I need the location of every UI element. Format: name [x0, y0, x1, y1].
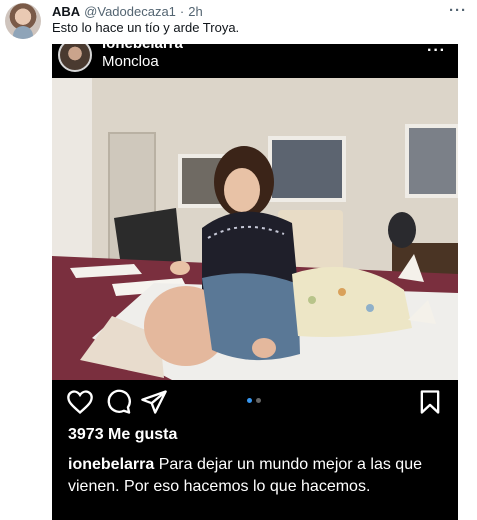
carousel-dots — [247, 398, 261, 403]
separator: · — [179, 3, 185, 19]
instagram-screenshot[interactable]: ionebelarra Moncloa ··· — [52, 44, 458, 520]
tweet: ABA @Vadodecaza1 · 2h ··· Esto lo hace u… — [0, 0, 477, 520]
instagram-avatar — [58, 44, 92, 72]
heart-icon[interactable] — [66, 388, 94, 416]
more-options-icon[interactable]: ··· — [449, 2, 467, 19]
instagram-header: ionebelarra Moncloa ··· — [52, 44, 458, 78]
timestamp[interactable]: 2h — [188, 4, 202, 19]
likes-count: 3973 Me gusta — [68, 426, 178, 443]
carousel-dot-active — [247, 398, 252, 403]
caption-username: ionebelarra — [68, 456, 155, 473]
tweet-text: Esto lo hace un tío y arde Troya. — [52, 20, 240, 35]
post-photo — [52, 78, 458, 380]
instagram-username: ionebelarra — [102, 44, 183, 52]
avatar[interactable] — [5, 3, 41, 39]
author-handle[interactable]: @Vadodecaza1 — [84, 4, 176, 19]
instagram-more-icon: ··· — [427, 44, 446, 59]
author-name[interactable]: ABA — [52, 4, 80, 19]
tweet-header: ABA @Vadodecaza1 · 2h — [52, 2, 203, 20]
comment-icon[interactable] — [104, 388, 132, 416]
instagram-location: Moncloa — [102, 53, 159, 70]
post-caption: ionebelarra Para dejar un mundo mejor a … — [68, 454, 452, 498]
share-icon[interactable] — [140, 388, 168, 416]
instagram-actions — [52, 388, 458, 418]
carousel-dot — [256, 398, 261, 403]
bookmark-icon[interactable] — [416, 388, 444, 416]
